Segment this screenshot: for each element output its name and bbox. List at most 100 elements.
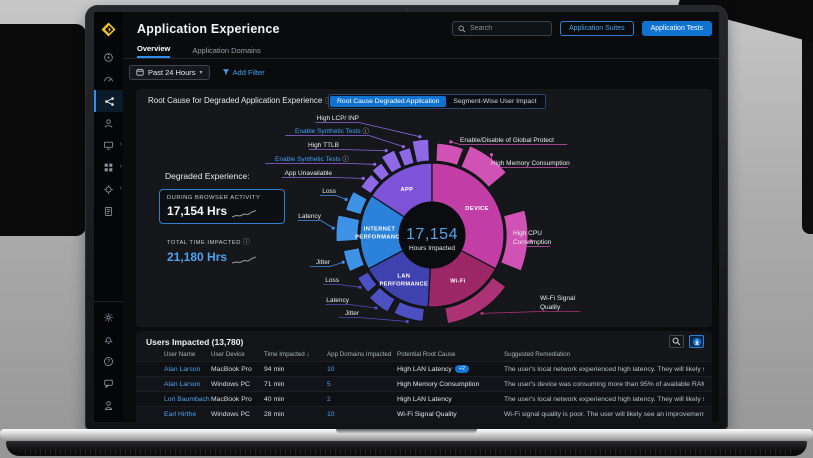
- sidebar-item-help[interactable]: ?: [94, 350, 123, 372]
- callout-line: [320, 196, 346, 200]
- user-name-link[interactable]: Alan Larson: [164, 381, 211, 388]
- callout-dot: [449, 140, 452, 143]
- callout-line: [326, 305, 376, 309]
- application-suites-button[interactable]: Application Suites: [560, 21, 634, 36]
- table-row[interactable]: Earl HirtheWindows PC28 min10Wi-Fi Signa…: [136, 406, 712, 421]
- app-domains-cell[interactable]: 10: [327, 366, 397, 373]
- column-header-user-name[interactable]: User Name: [164, 351, 211, 358]
- tab-overview[interactable]: Overview: [137, 44, 170, 58]
- sidebar-item-feedback[interactable]: [94, 372, 123, 394]
- table-row[interactable]: Alan LarsonMacBook Pro94 min10High LAN L…: [136, 361, 712, 376]
- add-filter-button[interactable]: Add Filter: [222, 68, 265, 77]
- brand-logo-icon[interactable]: [94, 12, 123, 46]
- callout-dot: [373, 163, 376, 166]
- user-name-link[interactable]: Lori Baumbach: [164, 396, 211, 403]
- page-title: Application Experience: [137, 22, 280, 36]
- table-export-button[interactable]: [689, 335, 704, 348]
- callout-label-loss: Loss: [322, 188, 336, 195]
- callout-dot: [374, 306, 377, 309]
- column-header-app-domains-impacted[interactable]: App Domains Impacted: [327, 351, 397, 358]
- application-tests-button[interactable]: Application Tests: [642, 21, 712, 36]
- sidebar-item-settings[interactable]: [94, 306, 123, 328]
- table-search-button[interactable]: [669, 335, 684, 348]
- sidebar-item-account[interactable]: [94, 394, 123, 416]
- user-device-cell: MacBook Pro: [211, 396, 264, 403]
- toggle-segment-wise-user-impact[interactable]: Segment-Wise User Impact: [446, 96, 543, 107]
- cause-segment-enable-disable-of-global-protect[interactable]: [436, 143, 464, 165]
- callout-dot: [385, 149, 388, 152]
- app-domains-cell[interactable]: 2: [327, 396, 397, 403]
- callout-line: [285, 136, 403, 147]
- calendar-icon: [136, 68, 144, 76]
- callout-dot: [418, 135, 421, 138]
- trend-sparkline-icon: [232, 209, 256, 218]
- time-impacted-cell: 94 min: [264, 366, 327, 373]
- time-range-dropdown[interactable]: Past 24 Hours ▾: [129, 65, 210, 80]
- monitor-icon: [103, 140, 114, 151]
- total-impacted-value: 21,180 Hrs: [167, 250, 227, 264]
- callout-label-enable-synthetic-tests: Enable Synthetic Tests ⓘ: [275, 155, 349, 163]
- browser-activity-card: DURING BROWSER ACTIVITY 17,154 Hrs: [159, 189, 285, 224]
- callout-label-enable-synthetic-tests: Enable Synthetic Tests ⓘ: [295, 127, 369, 135]
- table-row[interactable]: Alan LarsonWindows PC71 min5High Memory …: [136, 376, 712, 391]
- user-name-link[interactable]: Alan Larson: [164, 366, 211, 373]
- sidebar-item-monitoring[interactable]: [94, 46, 123, 68]
- search-box[interactable]: [452, 21, 552, 36]
- report-doc-icon: [103, 206, 114, 217]
- time-impacted-cell: 71 min: [264, 381, 327, 388]
- remediation-cell: The user's device was consuming more tha…: [504, 381, 704, 388]
- tab-application-domains[interactable]: Application Domains: [192, 46, 260, 58]
- column-header-suggested-remediation[interactable]: Suggested Remediation: [504, 351, 704, 358]
- table-row[interactable]: Lori BaumbachMacBook Pro40 min2High LAN …: [136, 391, 712, 406]
- callout-label-wi-fi-signal-quality: Quality: [540, 304, 561, 311]
- toggle-root-cause-degraded-application[interactable]: Root Cause Degraded Application: [330, 96, 446, 107]
- network-share-icon: [104, 96, 115, 107]
- cause-segment-high-lcp-inp[interactable]: [412, 139, 429, 163]
- sidebar-item-applications[interactable]: ›: [94, 156, 123, 178]
- user-device-cell: Windows PC: [211, 411, 264, 418]
- gear-icon: [103, 312, 114, 323]
- column-header-potential-root-cause[interactable]: Potential Root Cause: [397, 351, 504, 358]
- sidebar-item-users[interactable]: [94, 112, 123, 134]
- sidebar-item-application-experience[interactable]: [94, 90, 123, 112]
- sidebar-item-services[interactable]: ›: [94, 178, 123, 200]
- remediation-cell: The user's local network experienced hig…: [504, 366, 704, 373]
- chart-view-toggle: Root Cause Degraded ApplicationSegment-W…: [328, 94, 546, 109]
- degraded-stats: Degraded Experience: DURING BROWSER ACTI…: [159, 171, 285, 264]
- sidebar-item-devices[interactable]: ›: [94, 134, 123, 156]
- search-input[interactable]: [470, 25, 546, 32]
- column-header-time-impacted[interactable]: Time Impacted ↓: [264, 351, 327, 358]
- callout-label-jitter: Jitter: [345, 310, 360, 317]
- app-domains-cell[interactable]: 5: [327, 381, 397, 388]
- sidebar: ››› ?: [94, 12, 123, 422]
- callout-label-high-lcp-inp: High LCP/ INP: [317, 115, 359, 122]
- callout-dot: [490, 153, 493, 156]
- dashboard-screen: ››› ? Application Experience Application…: [94, 12, 719, 422]
- callout-label-app-unavailable: App Unavailable: [285, 170, 333, 177]
- user-name-link[interactable]: Earl Hirthe: [164, 411, 211, 418]
- callout-line: [339, 318, 407, 322]
- info-icon[interactable]: ⓘ: [243, 239, 251, 246]
- sidebar-item-reports[interactable]: [94, 200, 123, 222]
- callout-label-jitter: Jitter: [316, 259, 331, 266]
- sidebar-item-dashboard[interactable]: [94, 68, 123, 90]
- callout-line: [482, 312, 580, 314]
- callout-label-enable-disable-of-global-protect: Enable/Disable of Global Protect: [460, 137, 554, 144]
- sidebar-item-notifications[interactable]: [94, 328, 123, 350]
- callout-line: [298, 221, 334, 229]
- additional-causes-badge[interactable]: +2: [455, 365, 469, 373]
- callout-dot: [362, 177, 365, 180]
- callout-dot: [402, 145, 405, 148]
- app-domains-cell[interactable]: 10: [327, 411, 397, 418]
- help-icon: ?: [103, 356, 114, 367]
- root-cause-panel: Root Cause for Degraded Application Expe…: [136, 89, 712, 327]
- background-shape-left: [0, 24, 86, 236]
- search-icon: [672, 337, 681, 346]
- performance-gauge-icon: [103, 74, 114, 85]
- callout-label-high-ttlb: High TTLB: [308, 142, 339, 149]
- chevron-right-icon: ›: [120, 185, 122, 192]
- callout-label-wi-fi-signal-quality: Wi-Fi Signal: [540, 295, 576, 302]
- callout-label-high-memory-consumption: High Memory Consumption: [491, 160, 570, 167]
- column-header-user-device[interactable]: User Device: [211, 351, 264, 358]
- ring-label-lan-performance: PERFORMANCE: [379, 281, 428, 287]
